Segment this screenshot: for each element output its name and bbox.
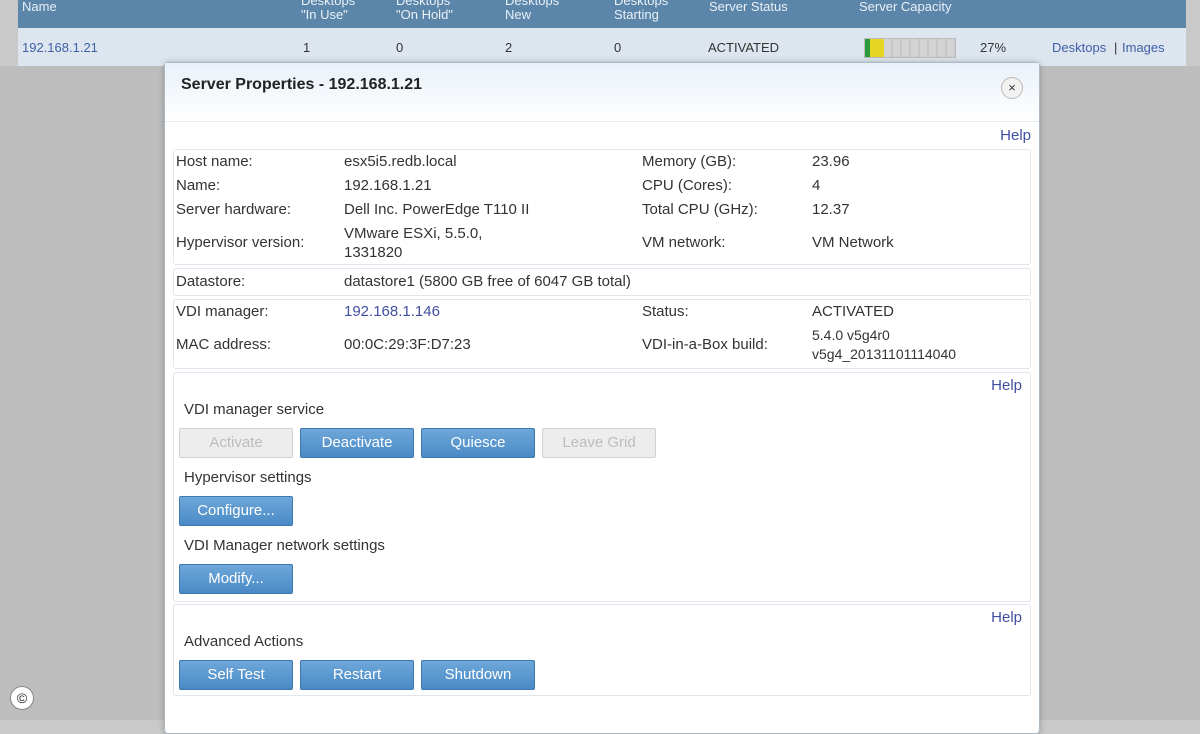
capacity-percent: 27% <box>980 40 1007 55</box>
header-in-use[interactable]: Desktops "In Use" <box>301 0 355 22</box>
cpu-cores-value: 4 <box>812 177 821 194</box>
on-hold-count: 0 <box>396 40 404 55</box>
configure-button[interactable]: Configure... <box>179 496 293 526</box>
advanced-actions-panel: Help Advanced Actions Self Test Restart … <box>173 604 1031 696</box>
cpu-cores-label: CPU (Cores): <box>642 177 733 194</box>
deactivate-button[interactable]: Deactivate <box>300 428 414 458</box>
capacity-bar <box>864 38 956 58</box>
advanced-actions-title: Advanced Actions <box>184 633 304 650</box>
restart-button[interactable]: Restart <box>300 660 414 690</box>
total-cpu-label: Total CPU (GHz): <box>642 201 758 218</box>
network-settings-title: VDI Manager network settings <box>184 537 385 554</box>
status-label: Status: <box>642 303 689 320</box>
hypervisor-version-label: Hypervisor version: <box>176 234 305 251</box>
host-name-value: esx5i5.redb.local <box>344 153 457 170</box>
desktops-link[interactable]: Desktops <box>1052 40 1106 55</box>
vdi-manager-link[interactable]: 192.168.1.146 <box>344 303 440 320</box>
modify-button[interactable]: Modify... <box>179 564 293 594</box>
copyright-icon: © <box>10 686 34 710</box>
build-label: VDI-in-a-Box build: <box>642 336 768 353</box>
hypervisor-settings-title: Hypervisor settings <box>184 469 312 486</box>
table-row[interactable]: 192.168.1.21 1 0 2 0 ACTIVATED 27% Deskt… <box>18 28 1186 66</box>
datastore-panel: Datastore: datastore1 (5800 GB free of 6… <box>173 268 1031 296</box>
mac-address-label: MAC address: <box>176 336 272 353</box>
server-hardware-value: Dell Inc. PowerEdge T110 II <box>344 201 530 218</box>
header-starting[interactable]: Desktops Starting <box>614 0 668 22</box>
header-name[interactable]: Name <box>22 0 57 14</box>
vdi-manager-panel: VDI manager: 192.168.1.146 MAC address: … <box>173 299 1031 369</box>
vdi-manager-service-title: VDI manager service <box>184 401 325 418</box>
vdi-manager-label: VDI manager: <box>176 303 269 320</box>
host-name-label: Host name: <box>176 153 253 170</box>
server-info-panel: Host name: esx5i5.redb.local Name: 192.1… <box>173 149 1031 265</box>
header-on-hold[interactable]: Desktops "On Hold" <box>396 0 453 22</box>
link-separator: | <box>1114 40 1118 55</box>
starting-count: 0 <box>614 40 622 55</box>
service-panel: Help VDI manager service Activate Deacti… <box>173 372 1031 602</box>
name-value: 192.168.1.21 <box>344 177 432 194</box>
mac-address-value: 00:0C:29:3F:D7:23 <box>344 336 471 353</box>
leave-grid-button[interactable]: Leave Grid <box>542 428 656 458</box>
memory-value: 23.96 <box>812 153 850 170</box>
close-icon[interactable]: × <box>1001 77 1023 99</box>
datastore-label: Datastore: <box>176 273 246 290</box>
hypervisor-version-value: VMware ESXi, 5.5.0, 1331820 <box>344 225 483 261</box>
activate-button[interactable]: Activate <box>179 428 293 458</box>
server-name-link[interactable]: 192.168.1.21 <box>22 40 98 55</box>
in-use-count: 1 <box>303 40 311 55</box>
servers-table: Name Desktops "In Use" Desktops "On Hold" … <box>18 0 1186 66</box>
build-value: 5.4.0 v5g4r0 v5g4_20131101114040 <box>812 327 957 362</box>
help-link-service[interactable]: Help <box>991 377 1022 394</box>
header-server-capacity[interactable]: Server Capacity <box>859 0 951 14</box>
server-hardware-label: Server hardware: <box>176 201 292 218</box>
quiesce-button[interactable]: Quiesce <box>421 428 535 458</box>
dialog-header: Server Properties - 192.168.1.21 × <box>165 63 1039 122</box>
dialog-title: Server Properties - 192.168.1.21 <box>181 76 423 93</box>
images-link[interactable]: Images <box>1122 40 1165 55</box>
total-cpu-value: 12.37 <box>812 201 850 218</box>
vm-network-value: VM Network <box>812 234 894 251</box>
header-new[interactable]: Desktops New <box>505 0 559 22</box>
help-link-advanced[interactable]: Help <box>991 609 1022 626</box>
server-properties-dialog: Server Properties - 192.168.1.21 × Help … <box>164 62 1040 734</box>
self-test-button[interactable]: Self Test <box>179 660 293 690</box>
table-header: Name Desktops "In Use" Desktops "On Hold" … <box>18 0 1186 28</box>
new-count: 2 <box>505 40 513 55</box>
memory-label: Memory (GB): <box>642 153 737 170</box>
status-value: ACTIVATED <box>812 303 894 320</box>
datastore-value: datastore1 (5800 GB free of 6047 GB tota… <box>344 273 631 290</box>
shutdown-button[interactable]: Shutdown <box>421 660 535 690</box>
vm-network-label: VM network: <box>642 234 726 251</box>
header-server-status[interactable]: Server Status <box>709 0 788 14</box>
help-link-info[interactable]: Help <box>1000 127 1031 144</box>
name-label: Name: <box>176 177 221 194</box>
server-status: ACTIVATED <box>708 40 780 55</box>
